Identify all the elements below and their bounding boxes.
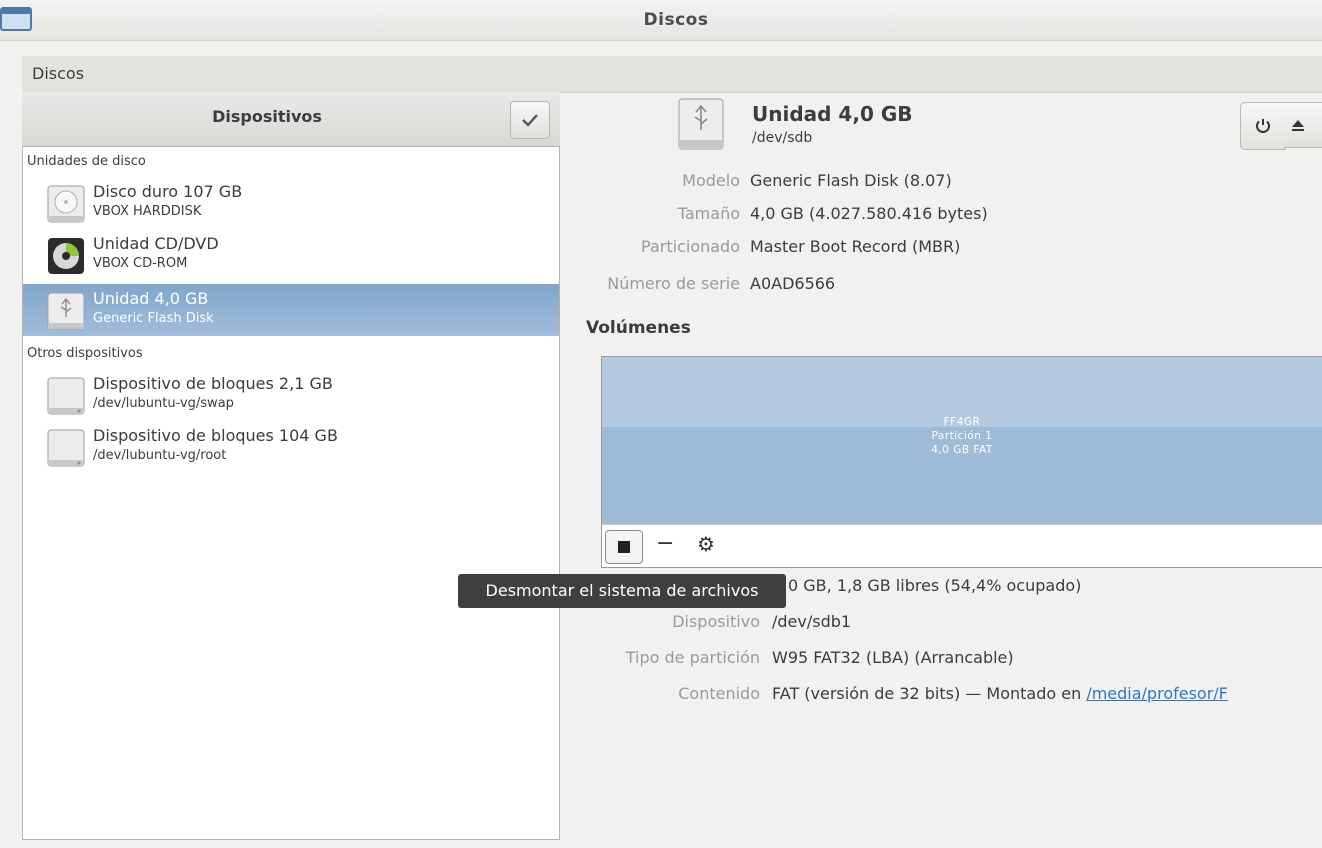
device-subtitle: /dev/lubuntu-vg/root: [93, 448, 227, 463]
model-label: Modelo: [682, 171, 740, 190]
device-name: Dispositivo de bloques 2,1 GB: [93, 374, 333, 393]
size-value: 4,0 GB (4.027.580.416 bytes): [750, 204, 988, 223]
content-text: FAT (versión de 32 bits) — Montado en: [772, 684, 1082, 703]
device-list: Unidades de disco Disco duro 107 GB VBOX…: [22, 146, 560, 840]
devices-header: Dispositivos: [22, 92, 560, 147]
window-titlebar: Discos: [0, 0, 1322, 41]
device-value: /dev/sdb1: [772, 612, 852, 631]
serial-label: Número de serie: [607, 274, 740, 293]
gear-icon: ⚙: [697, 532, 715, 556]
eject-icon: [1292, 120, 1304, 131]
device-item-block-root[interactable]: Dispositivo de bloques 104 GB /dev/lubun…: [23, 421, 559, 473]
volume-map: FF4GR Partición 1 4,0 GB FAT − ⚙: [601, 356, 1322, 568]
power-icon: [1256, 119, 1270, 133]
delete-partition-button[interactable]: −: [656, 531, 674, 557]
volume-toolbar: − ⚙: [602, 524, 1322, 568]
partitioning-label: Particionado: [641, 237, 740, 256]
device-item-harddisk[interactable]: Disco duro 107 GB VBOX HARDDISK: [23, 177, 559, 229]
power-off-button[interactable]: [1240, 102, 1286, 150]
app-headerbar: Discos: [22, 56, 1322, 93]
device-name: Disco duro 107 GB: [93, 182, 243, 201]
device-item-usb-drive[interactable]: Unidad 4,0 GB Generic Flash Disk: [23, 284, 559, 336]
partition-type-label: Tipo de partición: [625, 648, 760, 667]
minus-icon: −: [656, 531, 675, 556]
window-title: Discos: [643, 10, 709, 30]
usb-drive-icon: [678, 98, 724, 150]
checkmark-icon: [522, 114, 538, 127]
device-name: Unidad CD/DVD: [93, 234, 219, 253]
disk-title: Unidad 4,0 GB: [752, 102, 913, 126]
eject-button[interactable]: [1284, 102, 1322, 148]
block-device-icon: [47, 429, 85, 467]
device-item-block-swap[interactable]: Dispositivo de bloques 2,1 GB /dev/lubun…: [23, 369, 559, 421]
app-name: Discos: [32, 64, 85, 83]
volume-size-value: 0 GB, 1,8 GB libres (54,4% ocupado): [788, 576, 1082, 595]
optical-disc-icon: [48, 238, 84, 274]
size-label: Tamaño: [677, 204, 740, 223]
device-subtitle: VBOX CD-ROM: [93, 256, 188, 271]
content-label: Contenido: [678, 684, 760, 703]
unmount-button[interactable]: [605, 530, 643, 564]
unmount-tooltip: Desmontar el sistema de archivos: [458, 574, 786, 608]
partition-size: 4,0 GB FAT: [931, 444, 993, 456]
mount-point-link[interactable]: /media/profesor/F: [1086, 684, 1228, 703]
section-header-other-devices: Otros dispositivos: [27, 346, 143, 361]
partition-settings-button[interactable]: ⚙: [697, 531, 715, 557]
partition-label: FF4GR: [943, 416, 981, 428]
disk-device-path: /dev/sdb: [752, 130, 813, 146]
devices-title: Dispositivos: [212, 107, 322, 126]
partition-name: Partición 1: [931, 430, 993, 442]
harddisk-icon: [47, 185, 85, 223]
disk-details-panel: Unidad 4,0 GB /dev/sdb Modelo Generic Fl…: [560, 92, 1322, 848]
model-value: Generic Flash Disk (8.07): [750, 171, 952, 190]
content-value: FAT (versión de 32 bits) — Montado en /m…: [772, 684, 1228, 703]
device-name: Unidad 4,0 GB: [93, 289, 209, 308]
select-mode-button[interactable]: [510, 101, 550, 139]
usb-drive-icon: [47, 292, 85, 330]
device-subtitle: Generic Flash Disk: [93, 311, 214, 326]
device-name: Dispositivo de bloques 104 GB: [93, 426, 338, 445]
volumes-title: Volúmenes: [586, 318, 691, 338]
devices-panel: Dispositivos Unidades de disco Disco dur…: [22, 92, 560, 840]
serial-value: A0AD6566: [750, 274, 836, 293]
device-item-cdrom[interactable]: Unidad CD/DVD VBOX CD-ROM: [23, 229, 559, 281]
device-label: Dispositivo: [672, 612, 760, 631]
block-device-icon: [47, 377, 85, 415]
partition-block[interactable]: FF4GR Partición 1 4,0 GB FAT: [602, 357, 1322, 524]
partition-type-value: W95 FAT32 (LBA) (Arrancable): [772, 648, 1014, 667]
section-header-disk-drives: Unidades de disco: [27, 154, 146, 169]
device-subtitle: /dev/lubuntu-vg/swap: [93, 396, 234, 411]
device-subtitle: VBOX HARDDISK: [93, 204, 202, 219]
stop-icon: [618, 541, 630, 553]
partitioning-value: Master Boot Record (MBR): [750, 237, 961, 256]
